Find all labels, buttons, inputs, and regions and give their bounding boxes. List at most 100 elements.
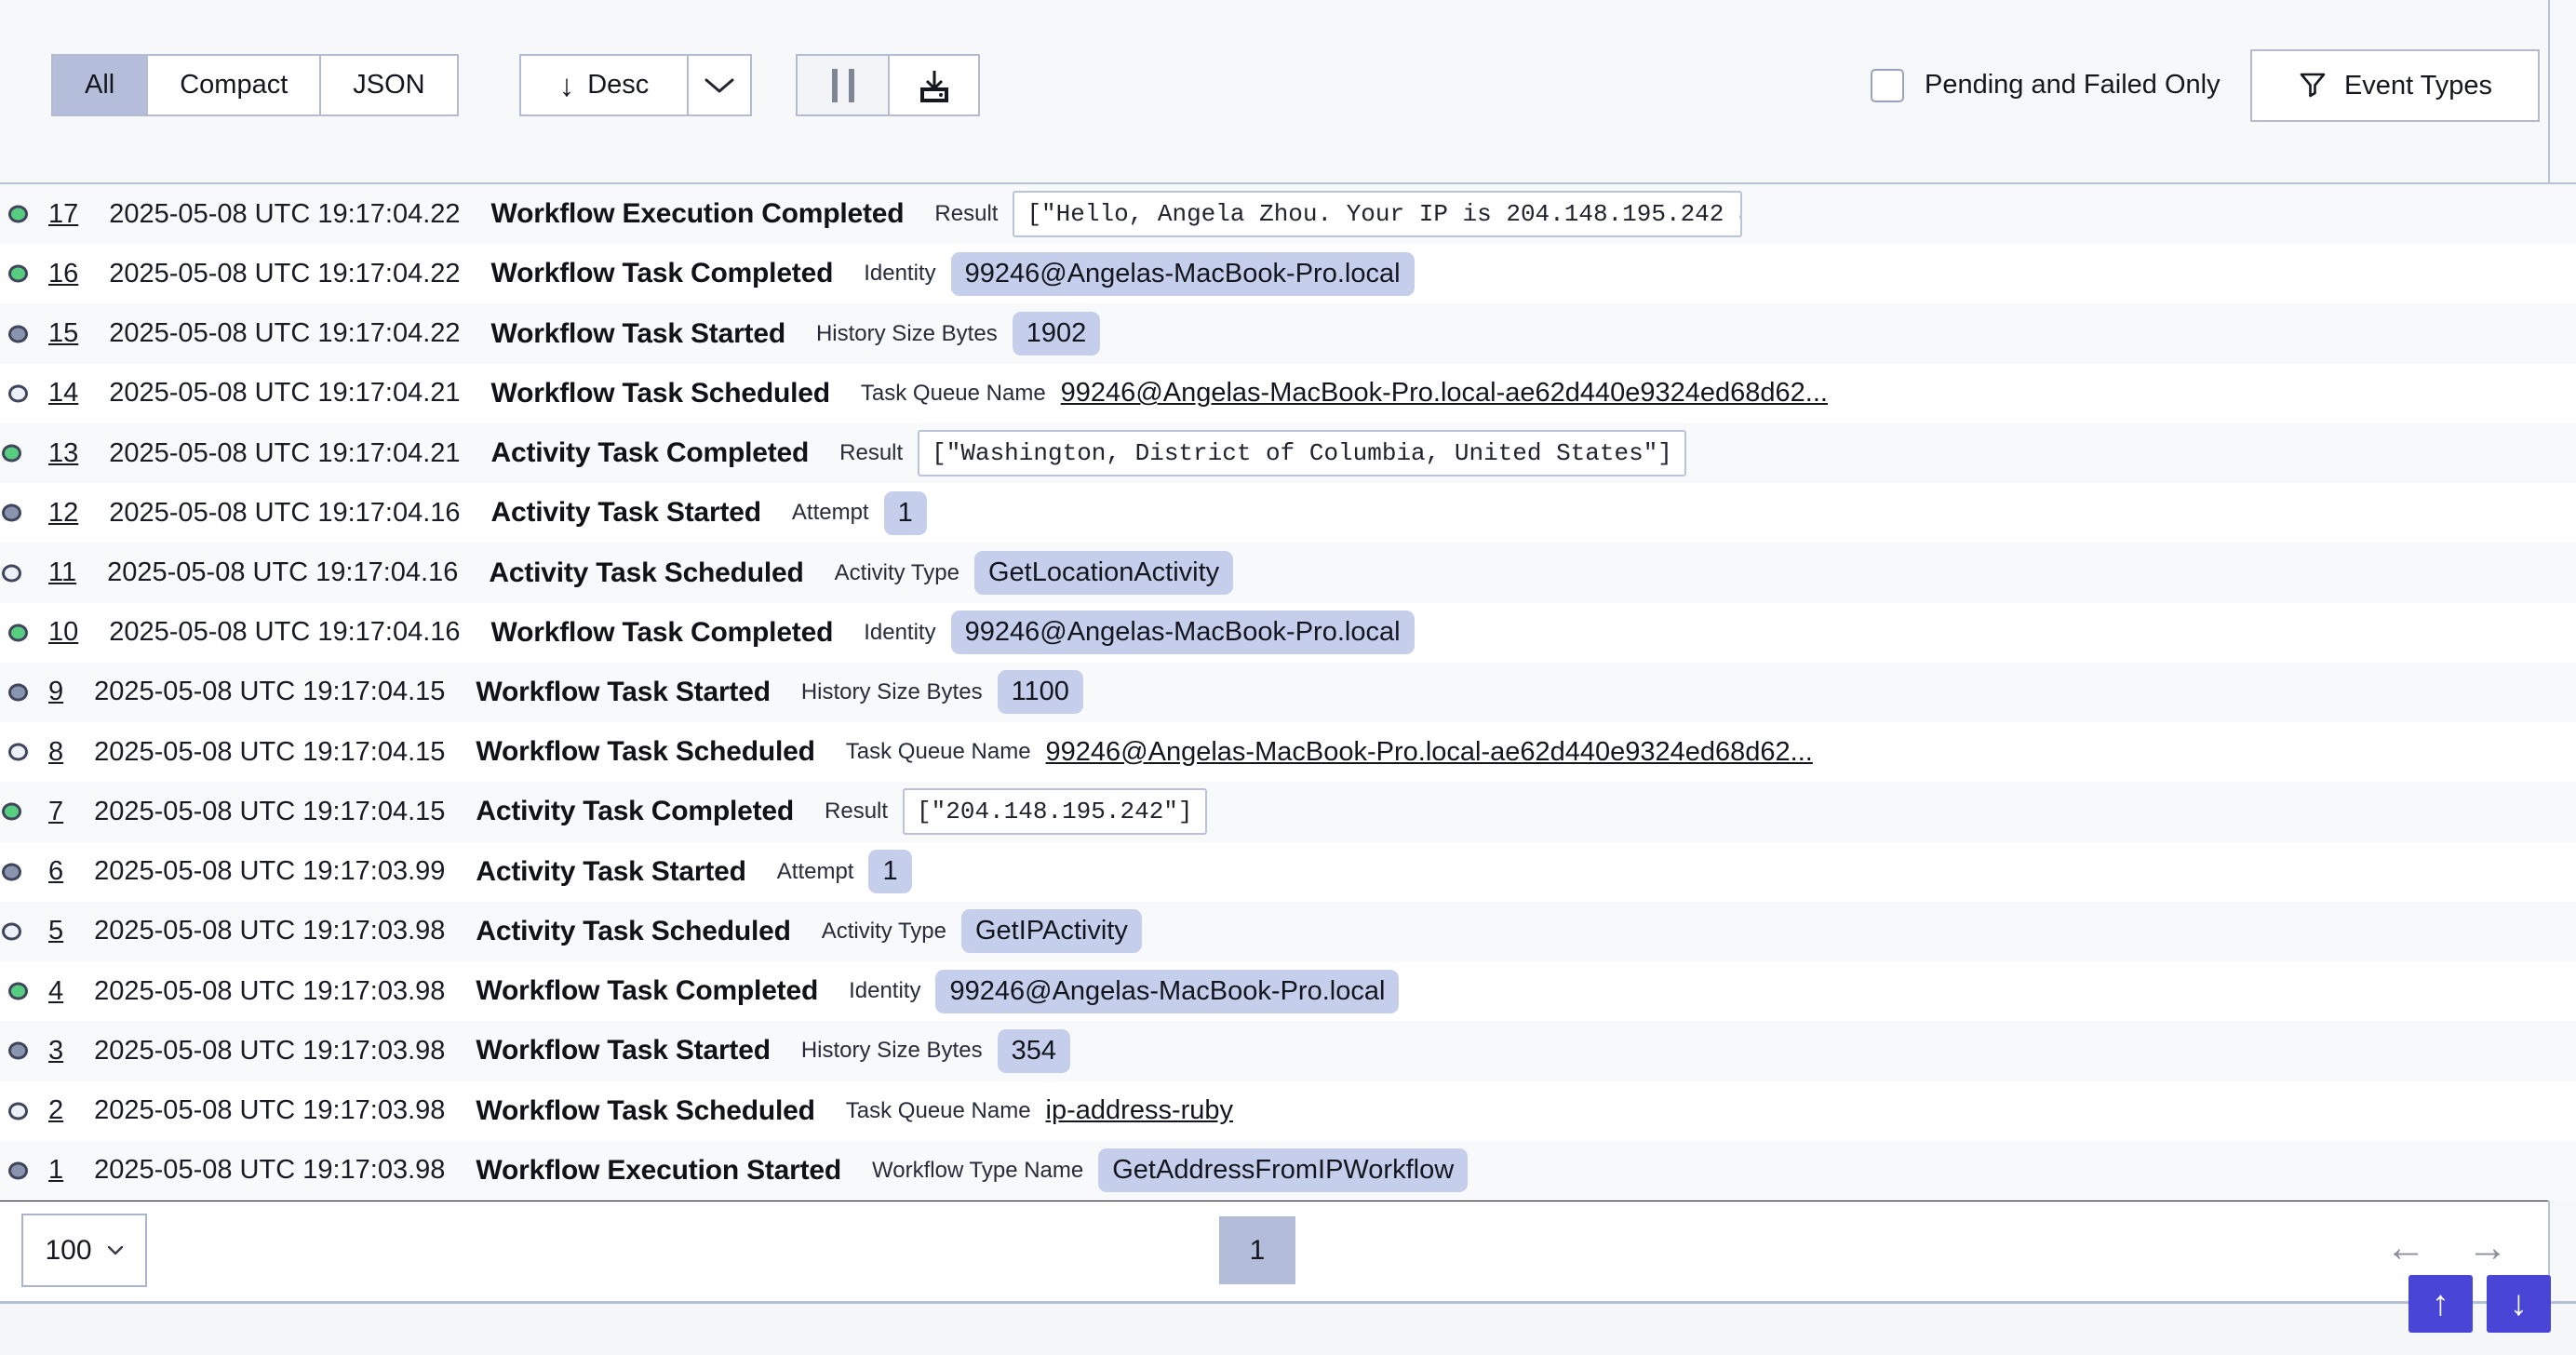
- event-status-dot: [8, 744, 28, 761]
- event-status-dot: [8, 1102, 28, 1120]
- event-attr-value: GetAddressFromIPWorkflow: [1098, 1148, 1468, 1192]
- event-attr-label: Identity: [849, 978, 920, 1004]
- pending-failed-label: Pending and Failed Only: [1925, 70, 2220, 101]
- scroll-to-top-button[interactable]: ↑: [2408, 1275, 2473, 1333]
- next-page-button[interactable]: →: [2467, 1228, 2508, 1268]
- event-timestamp: 2025-05-08 UTC 19:17:04.16: [109, 617, 460, 648]
- event-history-toolbar: All Compact JSON ↓ Desc: [0, 0, 2576, 182]
- event-attr-value-link[interactable]: 99246@Angelas-MacBook-Pro.local-ae62d440…: [1046, 737, 1813, 768]
- event-timestamp: 2025-05-08 UTC 19:17:04.16: [109, 498, 460, 529]
- event-status-dot: [8, 384, 28, 402]
- tab-all[interactable]: All: [53, 56, 146, 114]
- download-button[interactable]: [888, 56, 978, 114]
- event-row: 8 2025-05-08 UTC 19:17:04.15 Workflow Ta…: [0, 722, 2576, 782]
- event-id-link[interactable]: 8: [48, 737, 63, 768]
- event-name: Workflow Task Scheduled: [476, 1095, 814, 1127]
- event-attr-label: Identity: [864, 620, 935, 646]
- event-status-dot: [8, 206, 28, 223]
- event-attribute: Task Queue Name ip-address-ruby: [846, 1095, 1233, 1126]
- event-attribute: Identity 99246@Angelas-MacBook-Pro.local: [864, 610, 1414, 654]
- event-attribute: Task Queue Name 99246@Angelas-MacBook-Pr…: [846, 737, 1813, 768]
- event-timestamp: 2025-05-08 UTC 19:17:04.21: [109, 438, 460, 469]
- scroll-to-bottom-button[interactable]: ↓: [2487, 1275, 2551, 1333]
- event-row: 3 2025-05-08 UTC 19:17:03.98 Workflow Ta…: [0, 1021, 2576, 1080]
- event-name: Workflow Task Started: [476, 677, 770, 708]
- event-name: Workflow Task Completed: [491, 258, 834, 289]
- event-row: 10 2025-05-08 UTC 19:17:04.16 Workflow T…: [0, 603, 2576, 663]
- event-attr-value-link[interactable]: ip-address-ruby: [1046, 1095, 1233, 1126]
- event-status-dot: [8, 983, 28, 1000]
- event-attr-label: Activity Type: [835, 560, 959, 586]
- event-status-dot: [2, 564, 21, 582]
- event-timestamp: 2025-05-08 UTC 19:17:04.15: [94, 797, 445, 827]
- event-id-link[interactable]: 4: [48, 976, 63, 1007]
- event-attribute: Result ["Washington, District of Columbi…: [839, 430, 1686, 476]
- previous-page-button[interactable]: ←: [2385, 1228, 2426, 1268]
- left-arrow-icon: ←: [2385, 1225, 2426, 1270]
- event-status-dot: [2, 445, 21, 463]
- event-name: Activity Task Started: [476, 856, 745, 888]
- event-id-link[interactable]: 2: [48, 1095, 63, 1126]
- event-id-link[interactable]: 5: [48, 916, 63, 946]
- event-id-link[interactable]: 3: [48, 1036, 63, 1067]
- event-id-link[interactable]: 1: [48, 1155, 63, 1186]
- event-attr-value: 99246@Angelas-MacBook-Pro.local: [935, 970, 1399, 1013]
- event-timestamp: 2025-05-08 UTC 19:17:04.16: [107, 557, 458, 588]
- event-id-link[interactable]: 11: [48, 557, 76, 588]
- event-id-link[interactable]: 17: [48, 199, 78, 230]
- event-attribute: Result ["204.148.195.242"]: [825, 788, 1206, 835]
- event-attribute: Workflow Type Name GetAddressFromIPWorkf…: [872, 1148, 1468, 1192]
- event-status-dot: [8, 1042, 28, 1060]
- event-attr-value-link[interactable]: 99246@Angelas-MacBook-Pro.local-ae62d440…: [1061, 378, 1828, 409]
- event-status-dot: [8, 1161, 28, 1179]
- event-name: Workflow Task Started: [491, 318, 785, 350]
- event-attr-label: Result: [934, 201, 998, 227]
- event-status-dot: [2, 504, 21, 522]
- event-attribute: Identity 99246@Angelas-MacBook-Pro.local: [849, 970, 1399, 1013]
- event-name: Activity Task Completed: [491, 437, 810, 469]
- event-types-button[interactable]: Event Types: [2250, 49, 2540, 122]
- event-id-link[interactable]: 15: [48, 318, 78, 349]
- event-attr-label: Attempt: [792, 500, 869, 526]
- event-name: Workflow Task Started: [476, 1035, 770, 1067]
- tab-compact[interactable]: Compact: [146, 56, 319, 114]
- pause-button[interactable]: [798, 56, 888, 114]
- event-id-link[interactable]: 16: [48, 259, 78, 289]
- chevron-down-icon: [107, 1245, 124, 1256]
- footer-strip: [0, 1304, 2576, 1355]
- event-attribute: History Size Bytes 1100: [801, 670, 1083, 714]
- page-size-value: 100: [45, 1235, 91, 1267]
- tab-json[interactable]: JSON: [319, 56, 456, 114]
- event-id-link[interactable]: 9: [48, 677, 63, 707]
- event-id-link[interactable]: 12: [48, 498, 78, 529]
- event-attribute: Activity Type GetIPActivity: [822, 909, 1142, 953]
- event-types-label: Event Types: [2344, 71, 2492, 101]
- event-attribute: Task Queue Name 99246@Angelas-MacBook-Pr…: [861, 378, 1828, 409]
- event-status-dot: [8, 325, 28, 342]
- right-arrow-icon: →: [2467, 1225, 2508, 1270]
- sort-order-control: ↓ Desc: [519, 54, 752, 116]
- page-size-select[interactable]: 100: [21, 1214, 147, 1287]
- event-row: 7 2025-05-08 UTC 19:17:04.15 Activity Ta…: [0, 782, 2576, 841]
- event-id-link[interactable]: 13: [48, 438, 78, 469]
- event-timestamp: 2025-05-08 UTC 19:17:03.98: [94, 1155, 445, 1186]
- page-number-button[interactable]: 1: [1219, 1216, 1295, 1284]
- event-attr-value: ["Washington, District of Columbia, Unit…: [918, 430, 1686, 476]
- sort-dropdown-button[interactable]: [687, 56, 750, 114]
- sort-desc-button[interactable]: ↓ Desc: [521, 56, 687, 114]
- event-id-link[interactable]: 6: [48, 856, 63, 887]
- event-timestamp: 2025-05-08 UTC 19:17:04.22: [109, 318, 460, 349]
- event-attr-value: 99246@Angelas-MacBook-Pro.local: [951, 252, 1415, 296]
- event-id-link[interactable]: 10: [48, 617, 78, 648]
- event-name: Activity Task Completed: [476, 796, 794, 827]
- pause-download-control: [796, 54, 980, 116]
- event-timestamp: 2025-05-08 UTC 19:17:04.21: [109, 378, 460, 409]
- event-id-link[interactable]: 7: [48, 797, 63, 827]
- pending-failed-checkbox[interactable]: [1871, 69, 1904, 102]
- pending-failed-filter: Pending and Failed Only: [1871, 54, 2220, 116]
- event-timestamp: 2025-05-08 UTC 19:17:03.99: [94, 856, 445, 887]
- event-rows: 17 2025-05-08 UTC 19:17:04.22 Workflow E…: [0, 184, 2576, 1201]
- event-name: Workflow Task Completed: [476, 975, 818, 1007]
- event-attr-value: 1: [884, 491, 927, 535]
- event-id-link[interactable]: 14: [48, 378, 78, 409]
